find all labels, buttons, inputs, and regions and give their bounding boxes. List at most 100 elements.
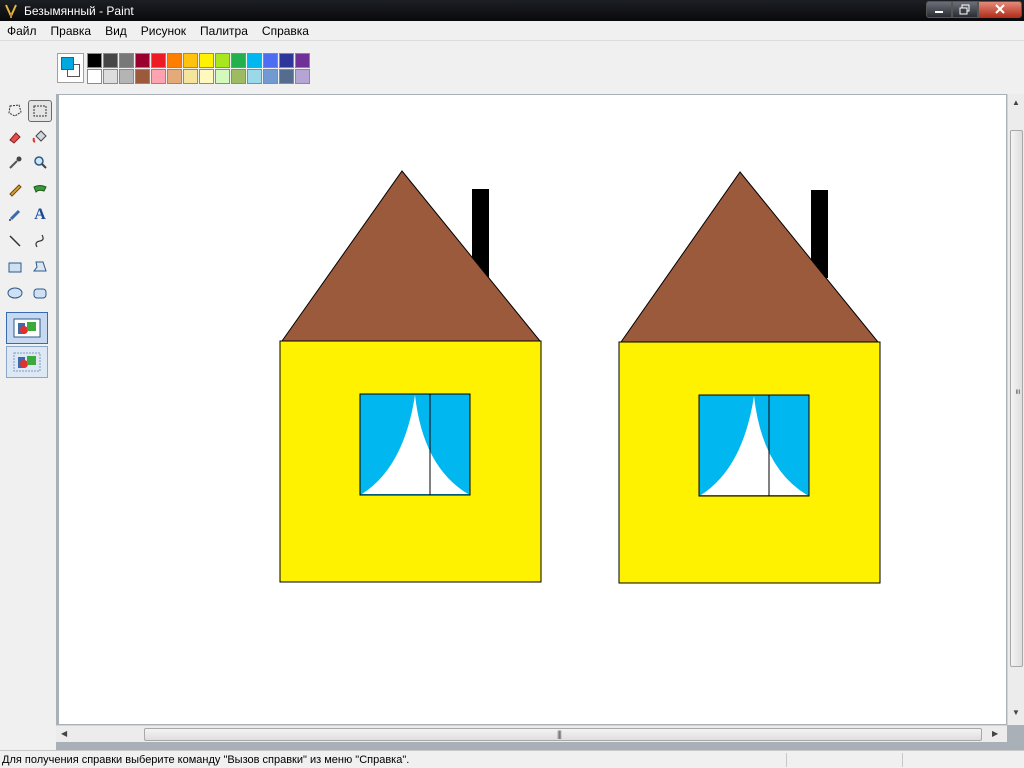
fill-icon	[32, 130, 47, 143]
menu-image[interactable]: Рисунок	[134, 21, 193, 41]
menu-view[interactable]: Вид	[98, 21, 134, 41]
grip-icon: ≡	[1013, 389, 1023, 394]
color-swatch[interactable]	[263, 69, 278, 84]
pencil-tool[interactable]	[3, 178, 27, 200]
brush-tool[interactable]	[28, 178, 52, 200]
eraser-icon	[9, 132, 21, 144]
color-swatch[interactable]	[167, 69, 182, 84]
color-swatch[interactable]	[87, 69, 102, 84]
airbrush-icon	[9, 209, 21, 221]
menu-colors[interactable]: Палитра	[193, 21, 255, 41]
scroll-left-icon[interactable]: ◀	[61, 729, 67, 738]
magnifier-tool[interactable]	[28, 152, 52, 174]
free-select-tool[interactable]	[3, 100, 27, 122]
transparent-background-icon	[13, 352, 41, 372]
house-right	[618, 171, 881, 584]
roof	[281, 170, 542, 342]
color-swatch[interactable]	[231, 53, 246, 68]
house-left	[279, 170, 542, 583]
opaque-background-icon	[13, 318, 41, 338]
canvas-area: ▲ ≡ ▼ ◀ ||| ▶	[56, 94, 1024, 750]
line-icon	[9, 235, 21, 247]
color-picker-tool[interactable]	[3, 152, 27, 174]
color-swatch[interactable]	[215, 69, 230, 84]
color-swatch[interactable]	[151, 53, 166, 68]
color-swatch[interactable]	[119, 69, 134, 84]
color-swatch[interactable]	[119, 53, 134, 68]
color-swatch[interactable]	[295, 53, 310, 68]
menu-help[interactable]: Справка	[255, 21, 316, 41]
vertical-scroll-thumb[interactable]: ≡	[1010, 130, 1023, 667]
restore-icon	[959, 4, 970, 15]
curve-tool[interactable]	[28, 230, 52, 252]
paint-app-icon	[4, 4, 18, 18]
curve-icon	[35, 234, 44, 248]
color-swatch[interactable]	[103, 53, 118, 68]
eraser-tool[interactable]	[3, 126, 27, 148]
menu-bar: Файл Правка Вид Рисунок Палитра Справка	[0, 21, 1024, 41]
minimize-button[interactable]	[926, 1, 952, 18]
transparent-mode-option[interactable]	[6, 346, 48, 378]
rounded-rect-tool[interactable]	[28, 282, 52, 304]
color-swatch[interactable]	[135, 69, 150, 84]
status-cell-size	[902, 753, 1024, 767]
foreground-color[interactable]	[61, 57, 74, 70]
grip-icon: |||	[557, 729, 562, 739]
toolbox: A	[0, 94, 56, 750]
rectangle-tool[interactable]	[3, 256, 27, 278]
ellipse-tool[interactable]	[3, 282, 27, 304]
restore-button[interactable]	[952, 1, 978, 18]
color-swatch[interactable]	[247, 69, 262, 84]
color-swatch[interactable]	[199, 69, 214, 84]
color-swatch[interactable]	[199, 53, 214, 68]
color-box	[0, 41, 1024, 94]
color-swatches	[87, 53, 310, 84]
selected-colors[interactable]	[57, 53, 84, 83]
window-title: Безымянный - Paint	[24, 3, 134, 18]
color-swatch[interactable]	[231, 69, 246, 84]
polygon-icon	[33, 261, 47, 272]
fill-tool[interactable]	[28, 126, 52, 148]
text-tool[interactable]: A	[28, 204, 52, 226]
close-button[interactable]	[978, 1, 1022, 18]
line-tool[interactable]	[3, 230, 27, 252]
color-swatch[interactable]	[295, 69, 310, 84]
color-swatch[interactable]	[183, 69, 198, 84]
color-swatch[interactable]	[215, 53, 230, 68]
menu-file[interactable]: Файл	[0, 21, 44, 41]
text-icon: A	[34, 206, 46, 223]
color-swatch[interactable]	[151, 69, 166, 84]
opaque-mode-option[interactable]	[6, 312, 48, 344]
color-swatch[interactable]	[263, 53, 278, 68]
rectangle-icon	[8, 262, 22, 273]
vertical-scrollbar[interactable]: ▲ ≡ ▼	[1007, 94, 1024, 725]
pencil-icon	[9, 184, 22, 197]
color-swatch[interactable]	[183, 53, 198, 68]
rounded-rect-icon	[33, 288, 47, 299]
polygon-tool[interactable]	[28, 256, 52, 278]
status-cell-position	[786, 753, 902, 767]
rect-select-tool[interactable]	[28, 100, 52, 122]
color-swatch[interactable]	[87, 53, 102, 68]
horizontal-scroll-thumb[interactable]: |||	[144, 728, 982, 741]
status-help-text: Для получения справки выберите команду "…	[2, 753, 410, 766]
close-icon	[995, 4, 1005, 14]
color-swatch[interactable]	[279, 53, 294, 68]
color-swatch[interactable]	[135, 53, 150, 68]
window-controls	[926, 1, 1022, 19]
color-swatch[interactable]	[279, 69, 294, 84]
color-swatch[interactable]	[167, 53, 182, 68]
brush-icon	[33, 185, 47, 193]
drawing-canvas[interactable]	[59, 95, 1006, 724]
house-drawing	[279, 170, 881, 584]
minimize-icon	[935, 11, 943, 13]
color-picker-icon	[9, 156, 22, 169]
scroll-down-icon[interactable]: ▼	[1012, 708, 1020, 717]
menu-edit[interactable]: Правка	[44, 21, 99, 41]
airbrush-tool[interactable]	[3, 204, 27, 226]
color-swatch[interactable]	[103, 69, 118, 84]
horizontal-scrollbar[interactable]: ◀ ||| ▶	[56, 725, 1007, 742]
scroll-right-icon[interactable]: ▶	[992, 729, 998, 738]
color-swatch[interactable]	[247, 53, 262, 68]
scroll-up-icon[interactable]: ▲	[1012, 98, 1020, 107]
